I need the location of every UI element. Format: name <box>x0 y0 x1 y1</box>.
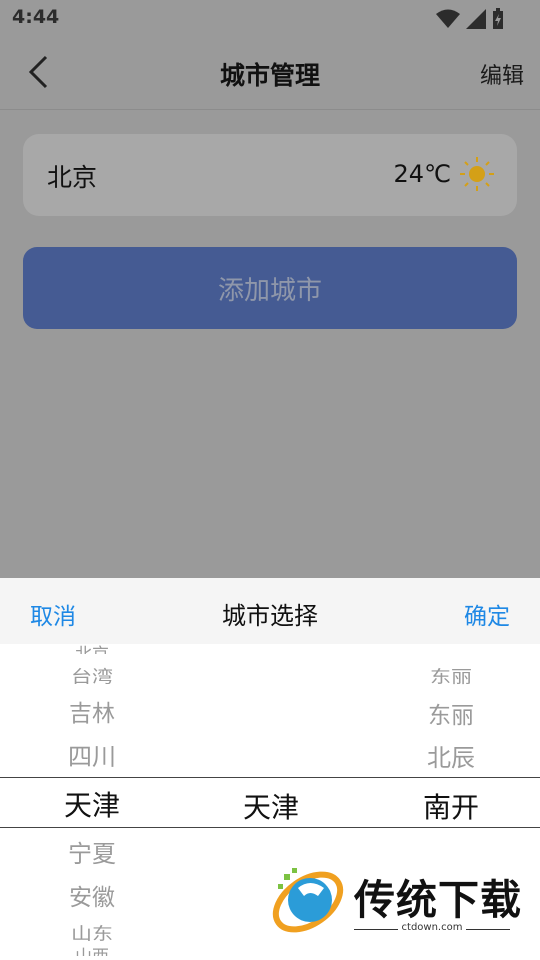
signal-icon <box>466 9 486 29</box>
watermark-logo-icon <box>272 868 344 933</box>
picker-header: 取消 城市选择 确定 <box>0 578 540 644</box>
wheel-item[interactable]: 东丽 <box>361 696 540 730</box>
wheel-item[interactable]: 宁夏 <box>2 834 182 869</box>
city-name: 北京 <box>47 163 98 192</box>
edit-button[interactable]: 编辑 <box>480 58 524 90</box>
sun-icon <box>460 157 494 191</box>
wheel-item-selected[interactable]: 南开 <box>361 786 540 826</box>
wheel-item[interactable]: 北京 <box>2 644 182 654</box>
picker-title: 城市选择 <box>222 602 318 630</box>
wheel-item[interactable]: 四川 <box>2 737 182 772</box>
page-title: 城市管理 <box>219 61 320 90</box>
wheel-item[interactable]: 吉林 <box>2 694 182 728</box>
confirm-button[interactable]: 确定 <box>464 597 510 631</box>
battery-icon <box>493 8 503 29</box>
wheel-item-selected[interactable]: 天津 <box>181 786 361 826</box>
city-card[interactable]: 北京 24℃ <box>23 134 517 216</box>
status-icons <box>436 8 504 30</box>
city-temperature: 24℃ <box>393 160 452 188</box>
province-wheel[interactable]: 北京 台湾 吉林 四川 天津 宁夏 安徽 山东 山西 <box>2 644 182 960</box>
wheel-item-selected[interactable]: 天津 <box>2 784 182 824</box>
watermark-url: ctdown.com <box>401 922 463 933</box>
wheel-item[interactable]: 北辰 <box>361 738 540 773</box>
nav-bar: 城市管理 编辑 <box>0 36 540 110</box>
wheel-item[interactable]: 安徽 <box>2 878 182 912</box>
wifi-icon <box>436 9 460 28</box>
wheel-item[interactable]: 台湾 <box>2 664 182 688</box>
status-bar: 4:44 <box>0 0 540 36</box>
wheel-item[interactable]: 山西 <box>2 942 182 956</box>
add-city-button[interactable]: 添加城市 <box>23 247 517 329</box>
watermark-text: 传统下载 <box>354 876 522 924</box>
status-time: 4:44 <box>12 6 60 28</box>
wheel-item[interactable]: 东丽 <box>361 664 540 688</box>
